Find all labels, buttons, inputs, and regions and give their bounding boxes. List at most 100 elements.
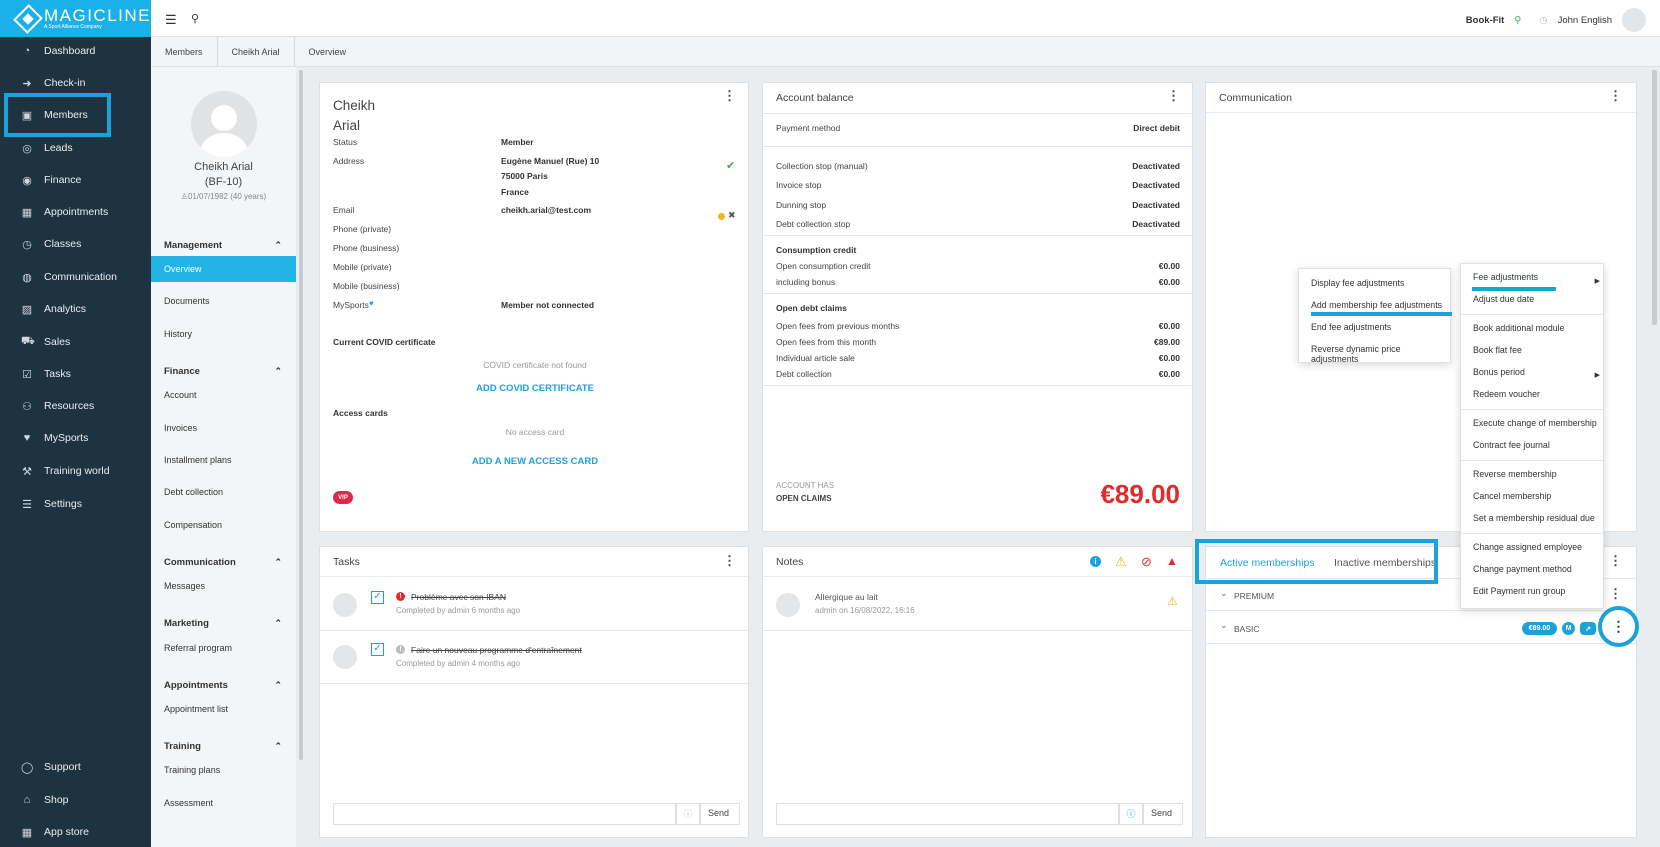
task-input[interactable]	[333, 803, 676, 825]
nav-item-tasks[interactable]: ☑ Tasks	[0, 362, 151, 386]
communication-menu-icon[interactable]: ⋮	[1609, 89, 1622, 102]
subnav-item-history[interactable]: History	[151, 321, 296, 347]
membership-menu-item[interactable]: Adjust due date	[1473, 294, 1534, 304]
page-scrollbar[interactable]	[1652, 70, 1657, 325]
subnav-item-documents[interactable]: Documents	[151, 288, 296, 314]
nav-item-shop[interactable]: ⌂ Shop	[0, 788, 151, 812]
user-avatar[interactable]	[1622, 8, 1646, 32]
nav-item-classes[interactable]: ◷ Classes	[0, 232, 151, 256]
task-title[interactable]: Problème avec son IBAN	[411, 592, 506, 602]
subnav-item-assessment[interactable]: Assessment	[151, 790, 296, 816]
add-access-card-button[interactable]: ADD A NEW ACCESS CARD	[320, 456, 750, 467]
membership-menu-item[interactable]: Redeem voucher	[1473, 389, 1540, 399]
membership-menu-item[interactable]: Cancel membership	[1473, 491, 1551, 501]
subnav-section-communication[interactable]: Communication ⌃	[151, 550, 296, 574]
membership-menu-item[interactable]: Set a membership residual due	[1473, 513, 1595, 523]
fee-submenu-item[interactable]: Display fee adjustments	[1311, 278, 1404, 288]
memberships-menu-icon[interactable]: ⋮	[1609, 554, 1622, 567]
task-checkbox[interactable]: ✓	[371, 643, 384, 656]
warning-icon[interactable]: ⚠	[1115, 554, 1127, 570]
chevron-up-icon[interactable]: ⌃	[274, 680, 282, 691]
fee-submenu-item[interactable]: Reverse dynamic price adjustments	[1311, 344, 1450, 364]
menu-icon[interactable]: ☰	[165, 12, 177, 28]
nav-item-members[interactable]: ▣ Members	[0, 103, 151, 127]
chevron-up-icon[interactable]: ⌃	[274, 240, 282, 251]
logo[interactable]: MAGICLINE A Sport Alliance Company	[0, 0, 151, 37]
field-value[interactable]: cheikh.arial@test.com	[501, 205, 591, 215]
membership-menu-item[interactable]: Fee adjustments	[1473, 272, 1538, 282]
chevron-up-icon[interactable]: ⌃	[274, 557, 282, 568]
nav-item-leads[interactable]: ◎ Leads	[0, 136, 151, 160]
subnav-section-appointments[interactable]: Appointments ⌃	[151, 673, 296, 697]
note-info-icon[interactable]: ⓘ	[1119, 803, 1143, 825]
subnav-section-finance[interactable]: Finance ⌃	[151, 359, 296, 383]
subnav-item-messages[interactable]: Messages	[151, 573, 296, 599]
email-remove-icon[interactable]: ✖	[728, 210, 736, 221]
membership-menu-item[interactable]: Bonus period	[1473, 367, 1525, 377]
subnav-item-referral-program[interactable]: Referral program	[151, 635, 296, 661]
info-icon[interactable]: i	[1090, 556, 1101, 567]
task-info-icon[interactable]: ⓘ	[676, 803, 700, 825]
breadcrumb-members[interactable]: Members	[151, 36, 218, 67]
subnav-section-marketing[interactable]: Marketing ⌃	[151, 612, 296, 636]
blocked-icon[interactable]: ⊘	[1141, 554, 1152, 570]
nav-item-communication[interactable]: ◍ Communication	[0, 265, 151, 289]
nav-item-dashboard[interactable]: ◔ Dashboard	[0, 39, 151, 63]
tab-active-memberships[interactable]: Active memberships	[1220, 557, 1315, 569]
fee-submenu-item[interactable]: Add membership fee adjustments	[1311, 300, 1442, 310]
chevron-down-icon[interactable]: ⌄	[1220, 588, 1228, 599]
account-menu-icon[interactable]: ⋮	[1167, 89, 1180, 102]
subnav-item-invoices[interactable]: Invoices	[151, 415, 296, 441]
membership-menu-item[interactable]: Edit Payment run group	[1473, 586, 1565, 596]
tasks-menu-icon[interactable]: ⋮	[723, 554, 736, 567]
add-covid-button[interactable]: ADD COVID CERTIFICATE	[320, 383, 750, 394]
membership-menu-item[interactable]: Execute change of membership	[1473, 418, 1597, 428]
chevron-up-icon[interactable]: ⌃	[274, 366, 282, 377]
user-name[interactable]: John English	[1558, 15, 1612, 26]
note-text[interactable]: Allergique au lait	[815, 592, 878, 602]
nav-item-support[interactable]: ◯ Support	[0, 755, 151, 779]
nav-item-check-in[interactable]: ➜ Check-in	[0, 71, 151, 95]
clock-icon[interactable]: ◷	[1539, 15, 1547, 26]
membership-menu-item[interactable]: Contract fee journal	[1473, 440, 1550, 450]
chevron-down-icon[interactable]: ⌄	[1220, 620, 1228, 631]
membership-menu-item[interactable]: Book additional module	[1473, 323, 1564, 333]
subnav-item-installment-plans[interactable]: Installment plans	[151, 447, 296, 473]
trend-icon[interactable]: ↗	[1580, 622, 1596, 635]
nav-item-finance[interactable]: ◉ Finance	[0, 168, 151, 192]
nav-item-sales[interactable]: ⛟ Sales	[0, 330, 151, 354]
subnav-section-management[interactable]: Management ⌃	[151, 233, 296, 257]
subnav-item-appointment-list[interactable]: Appointment list	[151, 696, 296, 722]
subnav-scrollbar[interactable]	[299, 70, 303, 760]
membership-menu-item[interactable]: Change assigned employee	[1473, 542, 1582, 552]
tab-inactive-memberships[interactable]: Inactive memberships	[1334, 557, 1436, 569]
subnav-item-compensation[interactable]: Compensation	[151, 512, 296, 538]
task-title[interactable]: Faire un nouveau programme d'entraînemen…	[411, 645, 582, 655]
premium-menu-icon[interactable]: ⋮	[1609, 587, 1622, 600]
subnav-section-training[interactable]: Training ⌃	[151, 734, 296, 758]
search-icon[interactable]: ⚲	[191, 12, 199, 25]
nav-item-settings[interactable]: ☰ Settings	[0, 492, 151, 516]
membership-basic[interactable]: BASIC	[1234, 624, 1260, 634]
nav-item-app-store[interactable]: ▦ App store	[0, 820, 151, 844]
alert-icon[interactable]: ▲	[1166, 554, 1178, 568]
fee-submenu-item[interactable]: End fee adjustments	[1311, 322, 1391, 332]
subnav-item-debt-collection[interactable]: Debt collection	[151, 479, 296, 505]
breadcrumb-member[interactable]: Cheikh Arial	[218, 36, 295, 67]
subnav-item-account[interactable]: Account	[151, 382, 296, 408]
membership-premium[interactable]: PREMIUM	[1234, 591, 1274, 601]
note-input[interactable]	[776, 803, 1119, 825]
studio-name[interactable]: Book-Fit	[1466, 15, 1505, 26]
task-checkbox[interactable]: ✓	[371, 591, 384, 604]
basic-membership-menu-icon[interactable]: ⋮	[1598, 606, 1639, 647]
membership-menu-item[interactable]: Book flat fee	[1473, 345, 1522, 355]
chevron-up-icon[interactable]: ⌃	[274, 618, 282, 629]
member-avatar[interactable]	[191, 91, 257, 157]
nav-item-resources[interactable]: ⚇ Resources	[0, 394, 151, 418]
nav-item-analytics[interactable]: ▨ Analytics	[0, 297, 151, 321]
membership-menu-item[interactable]: Reverse membership	[1473, 469, 1557, 479]
nav-item-training-world[interactable]: ⚒ Training world	[0, 459, 151, 483]
subnav-item-overview[interactable]: Overview	[151, 256, 296, 282]
membership-menu-item[interactable]: Change payment method	[1473, 564, 1572, 574]
member-card-menu-icon[interactable]: ⋮	[723, 89, 736, 102]
